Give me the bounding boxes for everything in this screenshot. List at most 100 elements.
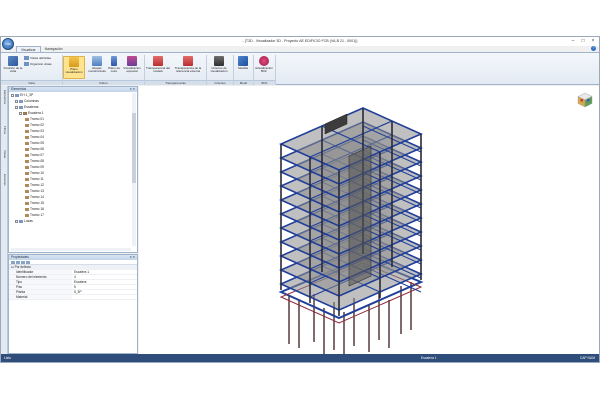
status-keys: CAP NUM <box>579 356 595 360</box>
reference-transparency-button[interactable]: Transparencia de la referencia externa <box>171 56 205 74</box>
measure-button[interactable]: Medida <box>234 56 252 70</box>
properties-panel-title: Propiedades <box>11 255 29 259</box>
properties-panel-header: Propiedades ▾ ✕ <box>9 255 137 260</box>
folder-icon <box>15 93 19 97</box>
scroll-thumb[interactable] <box>132 113 136 183</box>
maximize-button[interactable]: □ <box>579 38 587 44</box>
help-icon[interactable]: ? <box>591 46 596 51</box>
bcf-update-label: Actualización BCF <box>255 66 273 74</box>
group-vista-label: Vista <box>1 80 62 85</box>
property-name: Tipo <box>9 280 72 284</box>
tree-item-losas[interactable]: Losas <box>11 218 137 224</box>
property-value[interactable] <box>72 295 137 299</box>
stair-flight-icon <box>25 165 29 169</box>
property-value[interactable]: 5 <box>72 285 137 289</box>
stair-flight-icon <box>25 135 29 139</box>
special-visualization-icon <box>127 56 137 66</box>
property-row[interactable]: Material <box>9 295 137 300</box>
stair-flight-icon <box>25 123 29 127</box>
property-value[interactable]: 5_3P <box>72 290 137 294</box>
group-filtros-label: Filtros <box>63 80 144 85</box>
plant-visualization-button[interactable]: Plano visualización <box>63 56 85 79</box>
building-model[interactable] <box>139 86 599 360</box>
construction-stages-icon <box>92 56 102 66</box>
model-transparency-button[interactable]: Transparencia del modelo <box>145 56 171 74</box>
plant-visualization-icon <box>69 57 79 67</box>
stair-flight-icon <box>25 117 29 121</box>
measure-label: Medida <box>238 66 248 70</box>
stair-flight-icon <box>25 183 29 187</box>
special-visualization-button[interactable]: Visualización especial <box>121 56 143 74</box>
organize-views-button[interactable]: Organizar vistas <box>24 62 52 67</box>
side-tab-escenas[interactable]: Escenas <box>2 174 7 186</box>
organize-views-icon <box>24 62 29 67</box>
expand-toggle-icon[interactable] <box>15 219 18 223</box>
property-value[interactable]: Escalera <box>72 280 137 284</box>
folder-icon <box>19 99 23 103</box>
colour-plane-label: Plano de color <box>108 66 120 74</box>
side-tab-filtros[interactable]: Filtros <box>2 126 7 134</box>
elements-hscrollbar[interactable] <box>11 248 131 251</box>
expand-toggle-icon[interactable] <box>15 99 18 103</box>
close-button[interactable]: × <box>589 38 597 44</box>
stair-flight-icon <box>25 159 29 163</box>
property-value[interactable]: 4 <box>72 275 137 279</box>
expand-toggle-icon[interactable] <box>11 93 14 97</box>
edit-icon[interactable] <box>26 260 30 264</box>
elements-panel-title: Elementos <box>11 87 27 91</box>
title-bar: T3D - [T3D - Visualizador 3D - Proyecto … <box>1 37 599 50</box>
property-name: Piso <box>9 285 72 289</box>
expand-toggle-icon[interactable] <box>19 111 22 115</box>
visualization-criteria-label: Criterios de visualización <box>210 66 228 74</box>
stair-flight-icon <box>25 153 29 157</box>
app-logo[interactable]: T3D <box>2 38 14 50</box>
group-transparencias-label: Transparencias <box>145 80 206 85</box>
views-defined-button[interactable]: Vistas definidas <box>24 56 51 61</box>
stair-flight-icon <box>25 207 29 211</box>
minimize-button[interactable]: – <box>569 38 577 44</box>
stair-flight-icon <box>25 201 29 205</box>
categorized-icon[interactable] <box>11 260 15 264</box>
side-tab-vistas[interactable]: Vistas <box>2 150 7 158</box>
property-grid: Identificador Escalera 1 Número del elemen… <box>9 270 137 300</box>
stair-flight-icon <box>25 129 29 133</box>
property-name: Planta <box>9 290 72 294</box>
bcf-update-button[interactable]: Actualización BCF <box>254 56 274 74</box>
sort-icon[interactable] <box>16 260 20 264</box>
property-name: Material <box>9 295 72 299</box>
group-bcf-label: BCF <box>254 80 275 85</box>
ribbon: Posición de la vista Vistas definidas Or… <box>1 52 599 85</box>
view-position-button[interactable]: Posición de la vista <box>3 56 23 74</box>
window-title: - [T3D - Visualizador 3D - Proyecto AE E… <box>242 39 358 43</box>
status-selection: Escalera 1 <box>421 356 437 360</box>
colour-plane-button[interactable]: Plano de color <box>106 56 122 74</box>
visualization-criteria-button[interactable]: Criterios de visualización <box>207 56 231 74</box>
stair-flight-icon <box>25 213 29 217</box>
stair-flight-icon <box>25 171 29 175</box>
bcf-icon <box>259 56 269 66</box>
expand-toggle-icon[interactable] <box>15 105 18 109</box>
3d-viewport[interactable] <box>139 86 599 360</box>
elements-scrollbar[interactable] <box>132 93 136 246</box>
filter-icon[interactable] <box>21 260 25 264</box>
views-defined-icon <box>24 56 29 61</box>
property-value[interactable]: Escalera 1 <box>72 270 137 274</box>
view-position-icon <box>8 56 18 66</box>
stair-core[interactable] <box>348 145 372 287</box>
side-tab-strip: Elementos Filtros Vistas Escenas <box>1 86 8 354</box>
side-tab-elementos[interactable]: Elementos <box>2 90 7 104</box>
visualization-criteria-icon <box>214 56 224 66</box>
folder-icon <box>19 219 23 223</box>
reference-transparency-icon <box>183 56 193 66</box>
stair-flight-icon <box>25 147 29 151</box>
status-bar: Listo Escalera 1 CAP NUM <box>1 354 599 362</box>
elements-tree: EH 1_3P Columnas Escaleras Escalera 1 Tr… <box>9 92 137 224</box>
status-ready: Listo <box>4 356 11 360</box>
construction-stages-button[interactable]: Etapas constructivas <box>87 56 107 74</box>
stair-icon <box>23 111 27 115</box>
model-transparency-icon <box>153 56 163 66</box>
properties-panel-controls[interactable]: ▾ ✕ <box>130 255 135 260</box>
ribbon-separator <box>275 55 276 85</box>
view-cube-icon[interactable] <box>577 92 593 108</box>
ruler-icon <box>238 56 248 66</box>
